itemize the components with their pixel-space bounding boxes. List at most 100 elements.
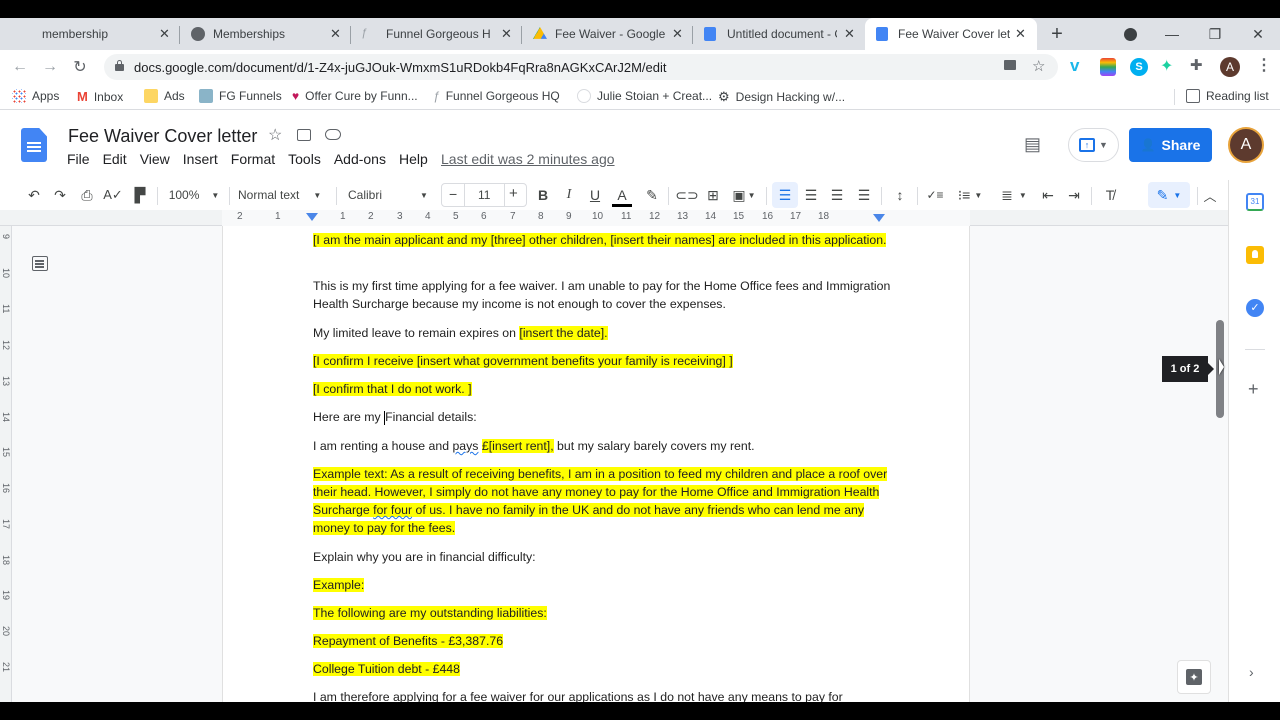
font-size-input[interactable]: 11 xyxy=(478,188,490,202)
print-icon[interactable]: ⎙ xyxy=(77,185,97,205)
color-extension-icon[interactable] xyxy=(1100,58,1116,76)
bookmark-funnel-gorgeous[interactable]: ƒ Funnel Gorgeous HQ xyxy=(433,89,560,103)
share-button[interactable]: 👤 Share xyxy=(1129,128,1212,162)
back-button[interactable]: ← xyxy=(10,57,30,77)
explore-button[interactable]: ✦ xyxy=(1177,660,1211,694)
menu-format[interactable]: Format xyxy=(231,151,275,167)
bookmark-fg-funnels[interactable]: FG Funnels xyxy=(199,89,282,103)
align-center-icon[interactable]: ☰ xyxy=(801,185,821,205)
menu-insert[interactable]: Insert xyxy=(183,151,218,167)
bookmark-julie-stoian[interactable]: Julie Stoian + Creat... xyxy=(577,89,712,103)
reload-button[interactable]: ↻ xyxy=(70,57,90,77)
decrease-indent-icon[interactable]: ⇤ xyxy=(1038,185,1058,205)
show-side-panel-chevron-icon[interactable]: › xyxy=(1249,664,1254,680)
camera-icon[interactable] xyxy=(1004,60,1016,70)
get-addons-plus-icon[interactable]: + xyxy=(1248,379,1259,400)
figure-extension-icon[interactable]: ✦ xyxy=(1160,56,1178,75)
profile-avatar[interactable]: A xyxy=(1220,57,1240,77)
browser-tab-active[interactable]: Fee Waiver Cover lette ✕ xyxy=(865,18,1037,50)
close-window-button[interactable]: ✕ xyxy=(1238,18,1278,50)
browser-tab[interactable]: Fee Waiver - Google D ✕ xyxy=(522,18,693,50)
menu-help[interactable]: Help xyxy=(399,151,428,167)
italic-icon[interactable]: I xyxy=(559,185,579,205)
line-spacing-icon[interactable]: ↕ xyxy=(890,185,910,205)
document-outline-icon[interactable] xyxy=(32,256,48,271)
browser-menu-icon[interactable]: ⋮ xyxy=(1256,55,1274,74)
close-tab-icon[interactable]: ✕ xyxy=(501,26,512,42)
close-tab-icon[interactable]: ✕ xyxy=(672,26,683,42)
keep-icon[interactable] xyxy=(1246,246,1264,264)
bookmark-design-hacking[interactable]: ⚙ Design Hacking w/... xyxy=(718,89,845,105)
user-avatar[interactable]: A xyxy=(1228,127,1264,163)
move-folder-icon[interactable] xyxy=(297,129,311,141)
font-family-select[interactable]: Calibri ▼ xyxy=(348,185,434,205)
increase-font-size-button[interactable]: + xyxy=(509,185,518,202)
extensions-puzzle-icon[interactable]: ✚ xyxy=(1190,56,1208,74)
paint-format-icon[interactable]: ▛ xyxy=(130,185,150,205)
menu-edit[interactable]: Edit xyxy=(103,151,127,167)
comment-history-icon[interactable]: ▤ xyxy=(1024,134,1041,155)
bulleted-list-icon[interactable]: ⁝≡ ▼ xyxy=(952,185,988,205)
tasks-icon[interactable]: ✓ xyxy=(1246,299,1264,317)
add-comment-icon[interactable]: ⊞ xyxy=(703,185,723,205)
bookmark-apps[interactable]: Apps xyxy=(12,89,59,103)
browser-tab[interactable]: membership ✕ xyxy=(0,18,180,50)
menu-view[interactable]: View xyxy=(140,151,170,167)
undo-icon[interactable]: ↶ xyxy=(24,185,44,205)
bookmark-inbox[interactable]: M Inbox xyxy=(77,89,123,104)
text-color-icon[interactable]: A xyxy=(612,185,632,207)
google-docs-logo-icon[interactable] xyxy=(21,128,47,162)
spelling-suggestion[interactable]: for four xyxy=(373,503,413,517)
underline-icon[interactable]: U xyxy=(585,185,605,205)
reading-list-button[interactable]: Reading list xyxy=(1186,89,1269,103)
forward-button[interactable]: → xyxy=(40,57,60,77)
close-tab-icon[interactable]: ✕ xyxy=(330,26,341,42)
restore-button[interactable]: ❐ xyxy=(1195,18,1235,50)
right-indent-marker[interactable] xyxy=(873,214,885,222)
cloud-status-icon[interactable] xyxy=(325,129,341,140)
highlight-color-icon[interactable]: ✎ xyxy=(642,185,662,205)
align-right-icon[interactable]: ☰ xyxy=(827,185,847,205)
browser-tab[interactable]: Untitled document - G ✕ xyxy=(693,18,864,50)
vimeo-extension-icon[interactable]: v xyxy=(1070,56,1088,75)
redo-icon[interactable]: ↷ xyxy=(50,185,70,205)
minimize-button[interactable]: — xyxy=(1152,18,1192,50)
collapse-menus-icon[interactable]: ︿ xyxy=(1200,185,1220,205)
clear-formatting-icon[interactable]: T̸ xyxy=(1100,185,1120,205)
url-text[interactable]: docs.google.com/document/d/1-Z4x-juGJOuk… xyxy=(134,60,666,75)
left-indent-marker[interactable] xyxy=(306,213,318,221)
address-bar[interactable]: docs.google.com/document/d/1-Z4x-juGJOuk… xyxy=(104,54,1058,80)
insert-image-icon[interactable]: ▣ ▼ xyxy=(730,185,758,205)
align-left-icon[interactable]: ☰ xyxy=(775,185,795,205)
document-title[interactable]: Fee Waiver Cover letter xyxy=(68,126,257,147)
insert-link-icon[interactable]: ⊂⊃ xyxy=(675,185,698,205)
skype-extension-icon[interactable]: S xyxy=(1130,58,1148,76)
numbered-list-icon[interactable]: ≣ ▼ xyxy=(996,185,1032,205)
close-tab-icon[interactable]: ✕ xyxy=(1015,26,1026,42)
new-tab-button[interactable]: + xyxy=(1037,18,1077,50)
calendar-icon[interactable]: 31 xyxy=(1246,193,1264,211)
menu-file[interactable]: File xyxy=(67,151,90,167)
star-icon[interactable]: ☆ xyxy=(268,125,282,145)
bookmark-ads[interactable]: Ads xyxy=(144,89,185,103)
checklist-icon[interactable]: ✓≡ xyxy=(925,185,945,205)
menu-tools[interactable]: Tools xyxy=(288,151,321,167)
menu-addons[interactable]: Add-ons xyxy=(334,151,386,167)
increase-indent-icon[interactable]: ⇥ xyxy=(1064,185,1084,205)
paragraph-style-select[interactable]: Normal text ▼ xyxy=(238,185,328,205)
last-edit-link[interactable]: Last edit was 2 minutes ago xyxy=(441,151,615,167)
bookmark-star-icon[interactable]: ☆ xyxy=(1032,57,1045,75)
align-justify-icon[interactable]: ☰ xyxy=(854,185,874,205)
browser-tab[interactable]: Memberships ✕ xyxy=(180,18,351,50)
browser-tab[interactable]: ƒ Funnel Gorgeous HQ ✕ xyxy=(351,18,522,50)
decrease-font-size-button[interactable]: − xyxy=(449,186,457,202)
close-tab-icon[interactable]: ✕ xyxy=(844,26,855,42)
spellcheck-icon[interactable]: A✓ xyxy=(103,185,123,205)
document-page[interactable]: [I am the main applicant and my [three] … xyxy=(222,226,970,702)
zoom-select[interactable]: 100% ▼ xyxy=(166,185,222,205)
close-tab-icon[interactable]: ✕ xyxy=(159,26,170,42)
bold-icon[interactable]: B xyxy=(533,185,553,205)
spelling-suggestion[interactable]: pays xyxy=(452,439,478,453)
tab-search-button[interactable] xyxy=(1110,18,1150,50)
present-button[interactable]: ↑ ▼ xyxy=(1068,128,1119,162)
